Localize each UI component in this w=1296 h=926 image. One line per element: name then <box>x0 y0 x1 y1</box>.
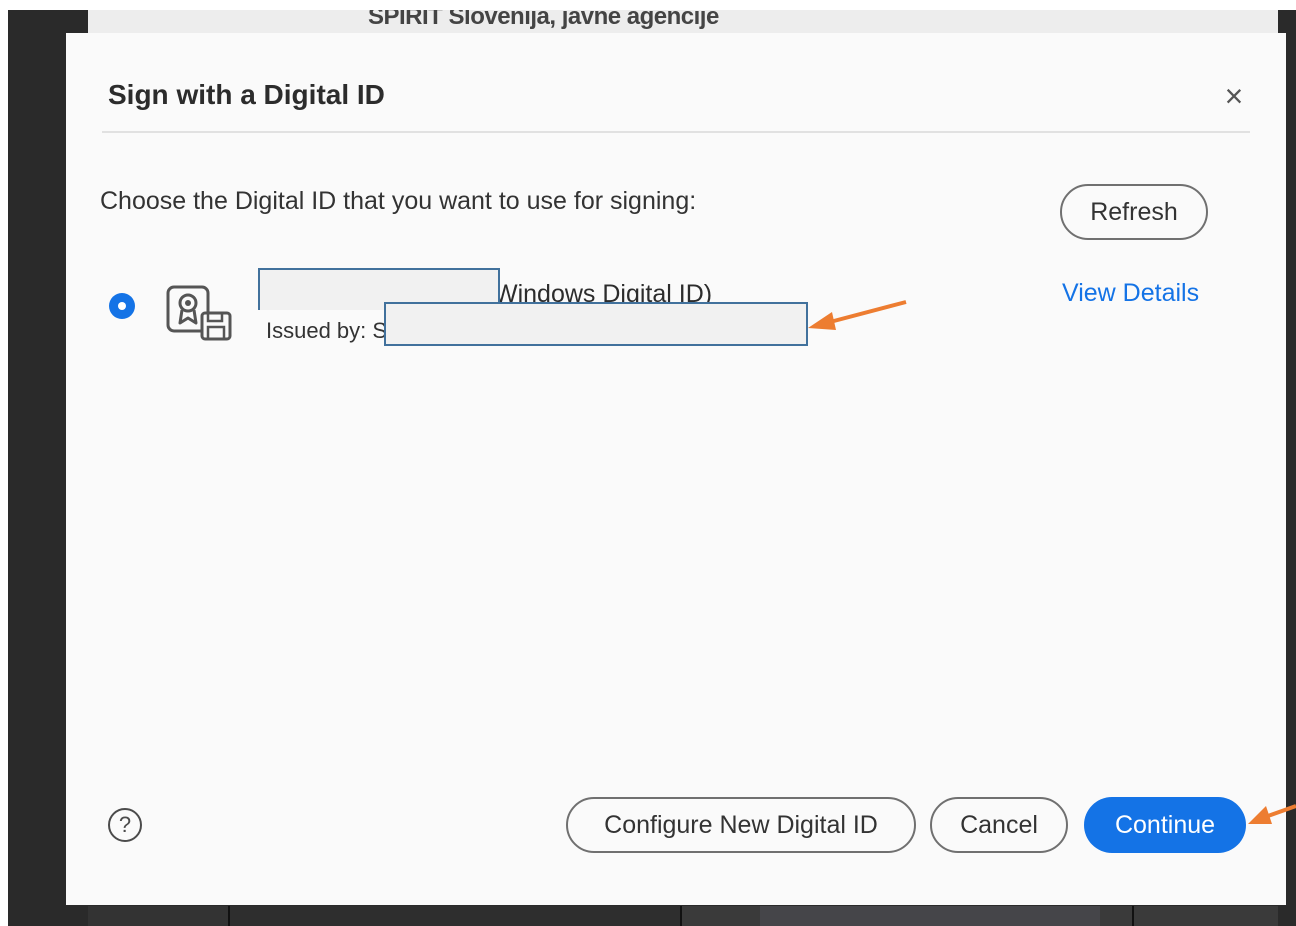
background-document: SPIRIT Slovenija, javne agencije <box>88 10 1278 34</box>
help-icon[interactable]: ? <box>108 808 142 842</box>
background-document-heading: SPIRIT Slovenija, javne agencije <box>368 10 719 30</box>
dialog-title: Sign with a Digital ID <box>108 79 385 110</box>
cancel-button[interactable]: Cancel <box>930 797 1068 853</box>
refresh-button[interactable]: Refresh <box>1060 184 1208 240</box>
close-icon[interactable]: × <box>1216 79 1252 115</box>
title-divider <box>102 131 1250 133</box>
redaction-box-issuer <box>384 302 808 346</box>
view-details-link[interactable]: View Details <box>1062 279 1199 308</box>
continue-button[interactable]: Continue <box>1084 797 1246 853</box>
certificate-icon <box>166 285 232 341</box>
sign-digital-id-dialog: Sign with a Digital ID × Choose the Digi… <box>66 33 1286 905</box>
prompt-text: Choose the Digital ID that you want to u… <box>100 187 697 215</box>
digital-id-radio[interactable] <box>109 293 135 319</box>
configure-new-digital-id-button[interactable]: Configure New Digital ID <box>566 797 916 853</box>
background-table-strip <box>88 906 1278 926</box>
digital-id-issuer: Issued by: S <box>266 318 388 343</box>
